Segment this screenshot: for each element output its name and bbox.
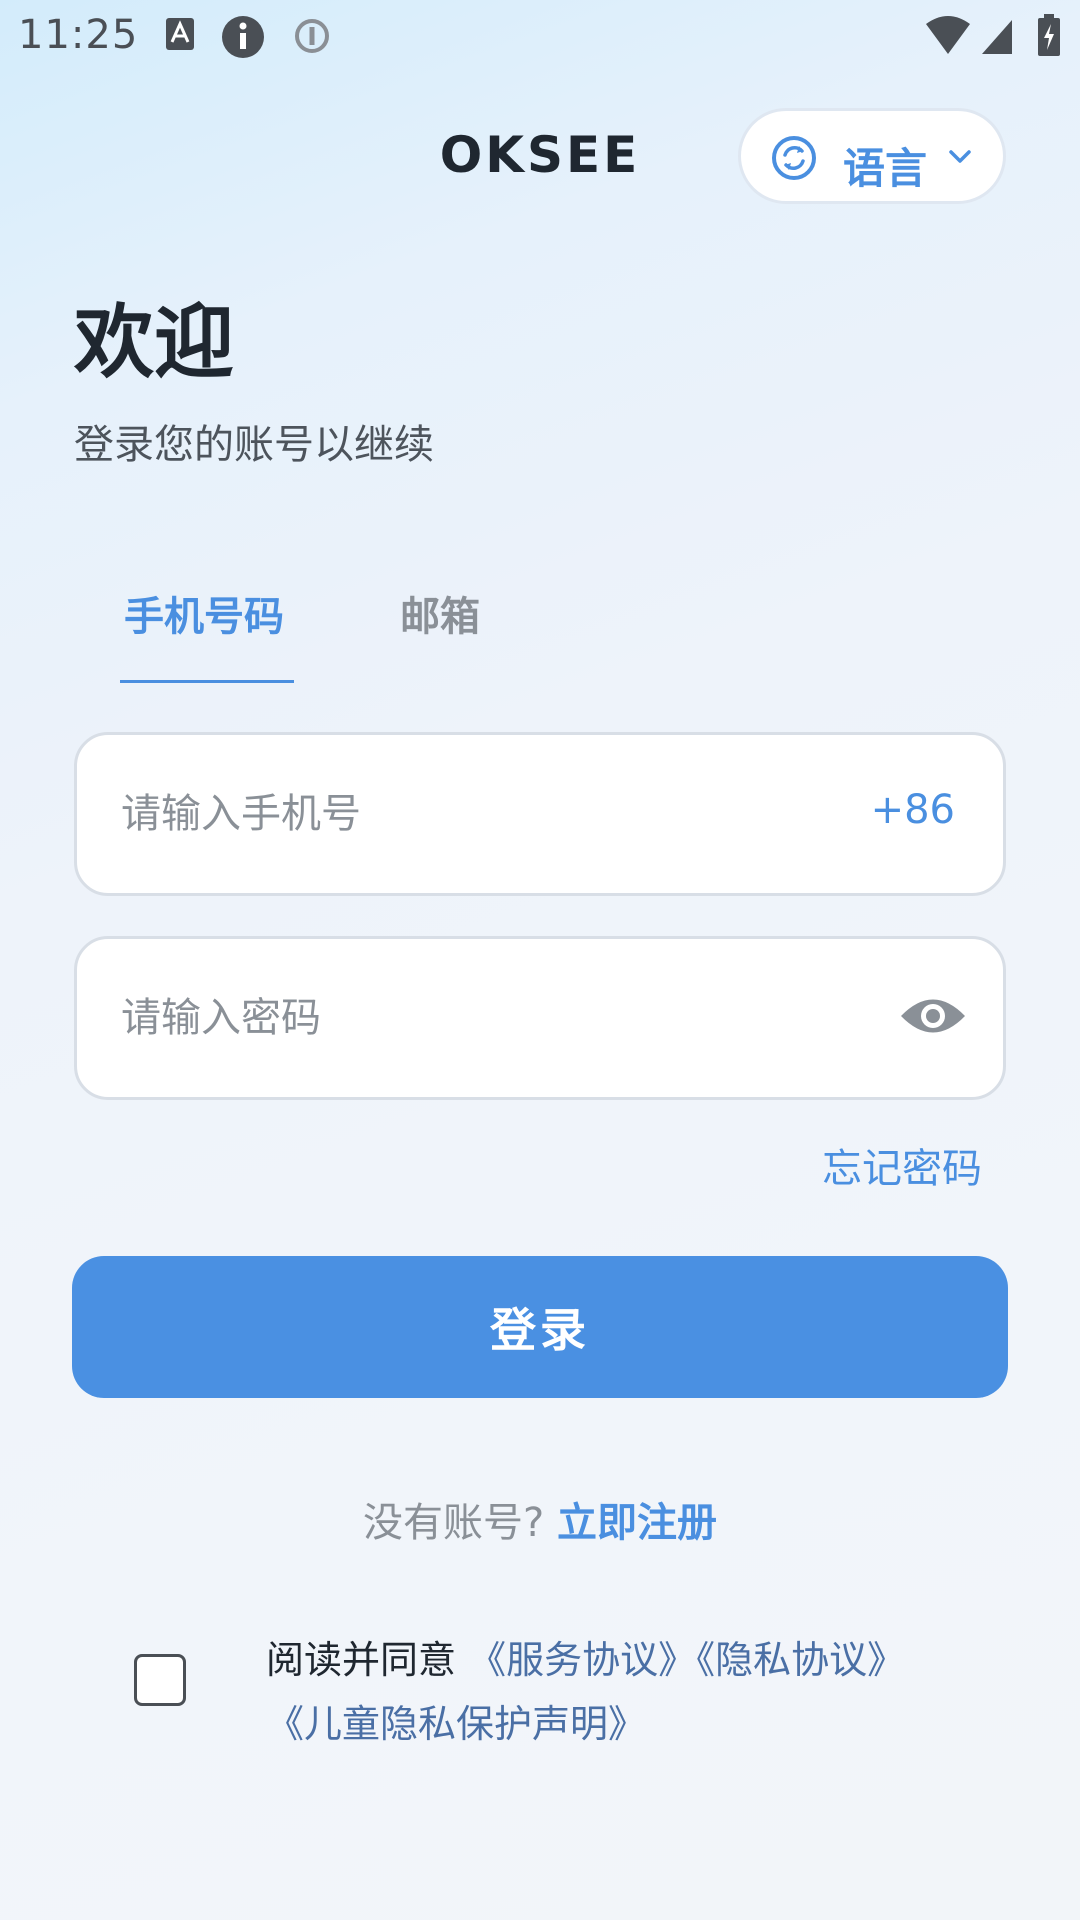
language-switch-icon	[772, 136, 816, 180]
agreement-prefix: 阅读并同意	[266, 1638, 457, 1682]
active-tab-indicator	[120, 680, 294, 683]
privacy-agreement-link[interactable]: 《隐私协议》	[696, 1638, 905, 1682]
password-input[interactable]	[121, 939, 821, 1097]
children-privacy-link[interactable]: 《儿童隐私保护声明》	[266, 1702, 646, 1746]
register-line: 没有账号? 立即注册	[0, 1490, 1080, 1548]
service-agreement-link[interactable]: 《服务协议》	[468, 1638, 696, 1682]
welcome-title: 欢迎	[74, 296, 234, 389]
language-button[interactable]: 语言	[738, 108, 1006, 204]
show-password-icon[interactable]	[899, 991, 967, 1041]
chevron-down-icon	[949, 150, 971, 163]
agreement-checkbox[interactable]	[134, 1654, 186, 1706]
phone-input[interactable]	[121, 735, 821, 893]
language-label: 语言	[843, 144, 928, 193]
no-account-text: 没有账号?	[363, 1500, 545, 1546]
login-button[interactable]: 登录	[72, 1256, 1008, 1398]
tab-phone[interactable]: 手机号码	[124, 584, 284, 642]
agreement-text: 阅读并同意 《服务协议》《隐私协议》 《儿童隐私保护声明》	[266, 1628, 1006, 1756]
tab-email[interactable]: 邮箱	[400, 584, 480, 642]
country-code-selector[interactable]: +86	[871, 787, 955, 833]
forgot-password-link[interactable]: 忘记密码	[822, 1136, 982, 1194]
password-field[interactable]	[74, 936, 1006, 1100]
status-time: 11:25	[18, 12, 139, 58]
wifi-icon	[926, 16, 970, 54]
status-bar: 11:25	[0, 0, 1080, 72]
signal-icon	[982, 20, 1012, 54]
info-circle-icon	[222, 16, 264, 58]
alert-circle-icon	[295, 19, 329, 53]
register-link[interactable]: 立即注册	[557, 1500, 717, 1546]
a-notification-icon	[166, 18, 194, 50]
welcome-subtitle: 登录您的账号以继续	[74, 422, 434, 468]
battery-charging-icon	[1038, 14, 1060, 56]
phone-field[interactable]: +86	[74, 732, 1006, 896]
